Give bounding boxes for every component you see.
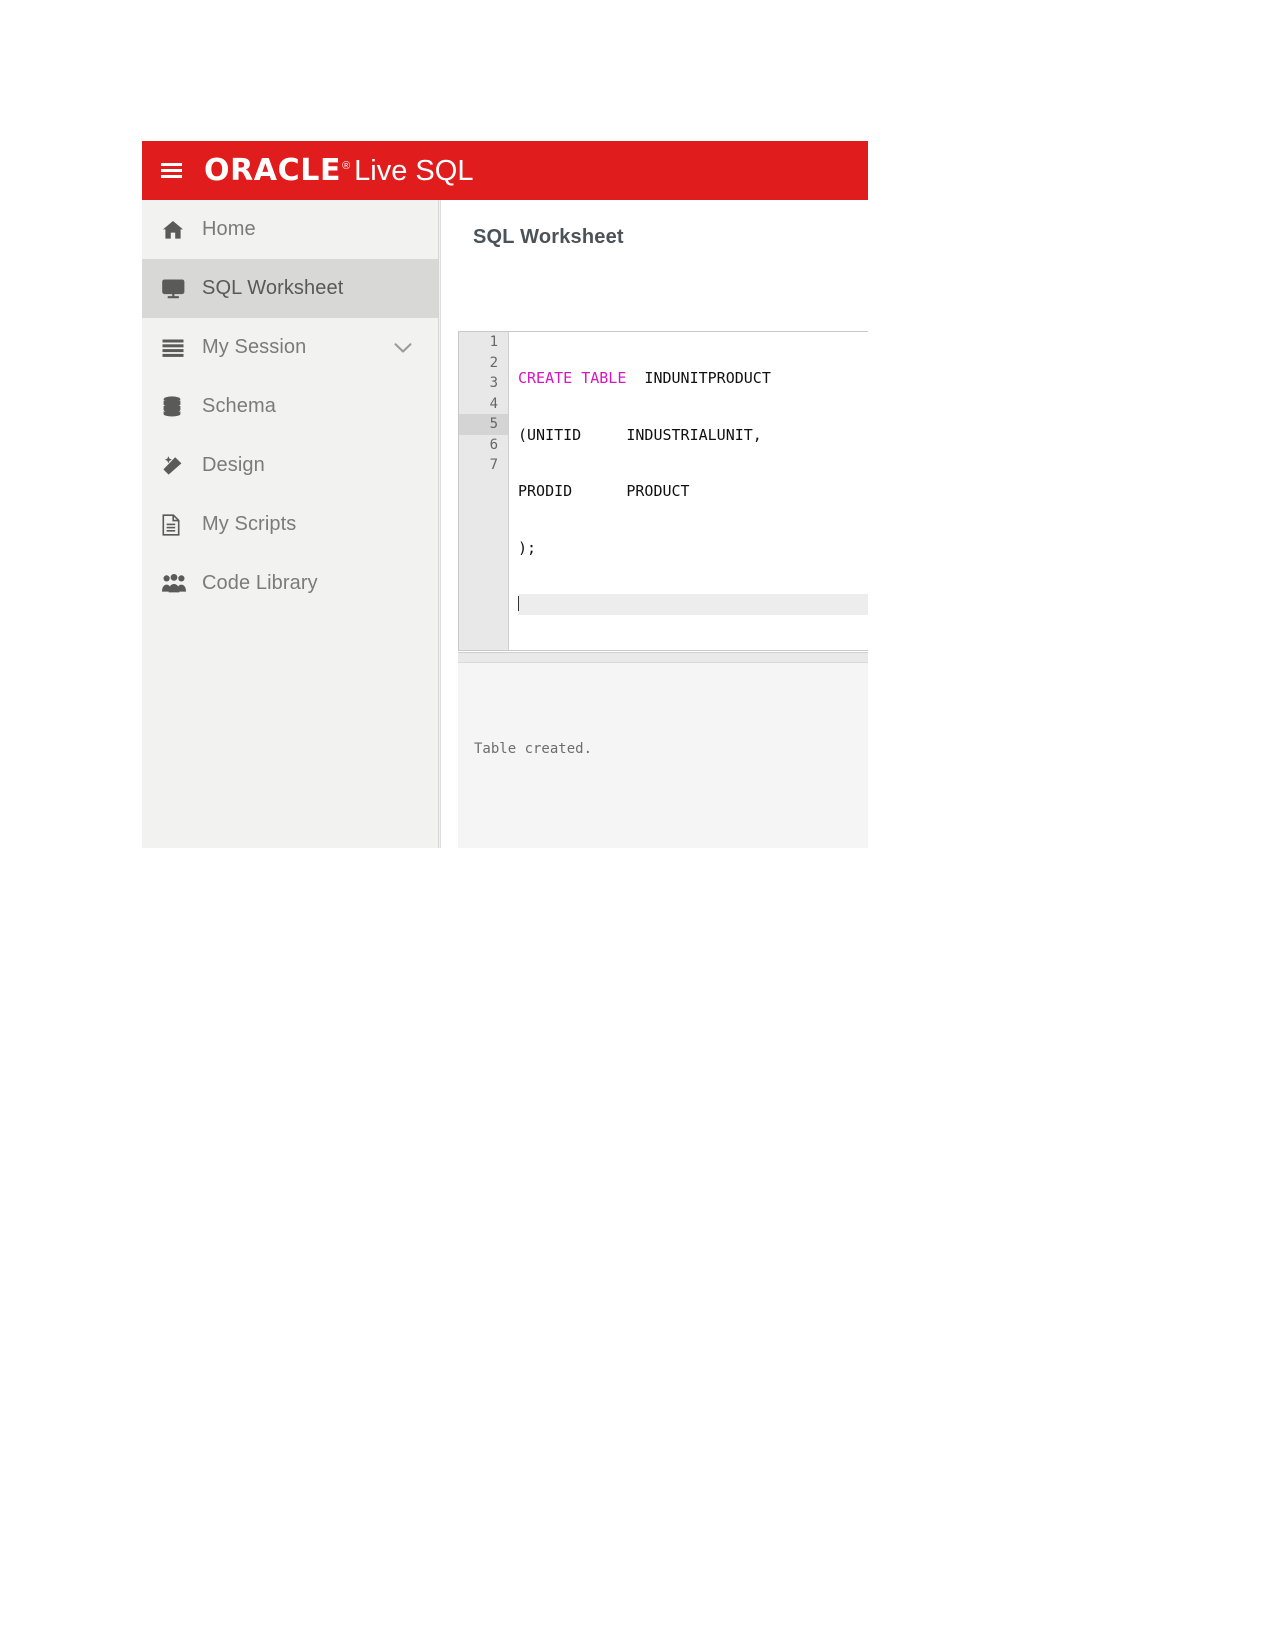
hamburger-menu-icon[interactable] (142, 141, 200, 200)
text-caret (518, 596, 519, 611)
content-left-divider (440, 200, 441, 848)
code-line: (UNITID INDUSTRIALUNIT, (518, 425, 868, 446)
gutter-line-number: 1 (489, 334, 498, 350)
sidebar-item-my-scripts[interactable]: My Scripts (142, 495, 438, 554)
sidebar-item-label-design: Design (202, 454, 265, 476)
hamburger-bar-1 (160, 163, 182, 166)
sidebar-item-home[interactable]: Home (142, 200, 438, 259)
code-line: PRODID PRODUCT (518, 481, 868, 502)
results-panel: Table created. (458, 663, 868, 848)
sql-text: PRODID PRODUCT (518, 482, 690, 500)
gutter-line-number: 4 (489, 395, 498, 412)
gutter-line-number: 5 (459, 414, 508, 435)
sidebar-nav: Home SQL Worksheet My Session Schema Des… (142, 200, 439, 848)
code-line-current (518, 594, 868, 615)
magic-wand-icon (162, 455, 202, 476)
users-group-icon (162, 574, 202, 593)
gutter-line-number: 7 (489, 457, 498, 473)
brand-registered-mark: ® (342, 159, 351, 172)
oracle-live-sql-window: ORACLE ® Live SQL Home SQL Worksheet My … (142, 141, 868, 848)
sidebar-item-schema[interactable]: Schema (142, 377, 438, 436)
sidebar-item-label-code-library: Code Library (202, 572, 318, 594)
sidebar-item-my-session[interactable]: My Session (142, 318, 438, 377)
code-line: CREATE TABLE INDUNITPRODUCT (518, 368, 868, 389)
hamburger-bar-2 (160, 169, 182, 172)
editor-results-splitter[interactable] (458, 652, 868, 663)
brand-logo[interactable]: ORACLE ® Live SQL (204, 152, 474, 188)
brand-product-text: Live SQL (354, 154, 474, 187)
brand-oracle-text: ORACLE (204, 152, 342, 188)
code-line: ); (518, 538, 868, 559)
sidebar-item-label-sql-worksheet: SQL Worksheet (202, 277, 344, 299)
hamburger-bar-3 (160, 175, 182, 178)
app-header: ORACLE ® Live SQL (142, 141, 868, 200)
sidebar-item-label-my-session: My Session (202, 336, 307, 358)
editor-code-area[interactable]: CREATE TABLE INDUNITPRODUCT (UNITID INDU… (510, 332, 868, 650)
result-message: Table created. (474, 741, 593, 757)
list-lines-icon (162, 339, 202, 357)
home-icon (162, 220, 202, 240)
page-title: SQL Worksheet (473, 226, 624, 248)
editor-line-number-gutter: 1 2 3 4 5 6 7 (459, 332, 509, 650)
gutter-line-number: 2 (489, 354, 498, 371)
sql-text: (UNITID INDUSTRIALUNIT, (518, 425, 762, 444)
sidebar-item-label-my-scripts: My Scripts (202, 513, 297, 535)
hamburger-bars (160, 163, 182, 178)
sidebar-item-design[interactable]: Design (142, 436, 438, 495)
sql-text: INDUNITPRODUCT (626, 369, 771, 387)
sql-editor[interactable]: 1 2 3 4 5 6 7 CREATE TABLE INDUNITPRODUC… (458, 331, 868, 651)
sidebar-item-sql-worksheet[interactable]: SQL Worksheet (142, 259, 438, 318)
sidebar-item-code-library[interactable]: Code Library (142, 554, 438, 613)
sidebar-item-label-home: Home (202, 218, 256, 240)
sidebar-item-label-schema: Schema (202, 395, 276, 417)
main-content: SQL Worksheet 1 2 3 4 5 6 7 CREATE TABLE… (440, 200, 868, 848)
sql-keyword: CREATE TABLE (518, 369, 627, 387)
gutter-line-number: 3 (489, 375, 498, 391)
database-icon (162, 396, 202, 417)
page-root: ORACLE ® Live SQL Home SQL Worksheet My … (0, 0, 1275, 1650)
sql-text: ); (518, 538, 537, 557)
document-icon (162, 513, 202, 536)
monitor-icon (162, 279, 202, 299)
chevron-down-icon[interactable] (394, 342, 412, 353)
gutter-line-number: 6 (489, 436, 498, 453)
